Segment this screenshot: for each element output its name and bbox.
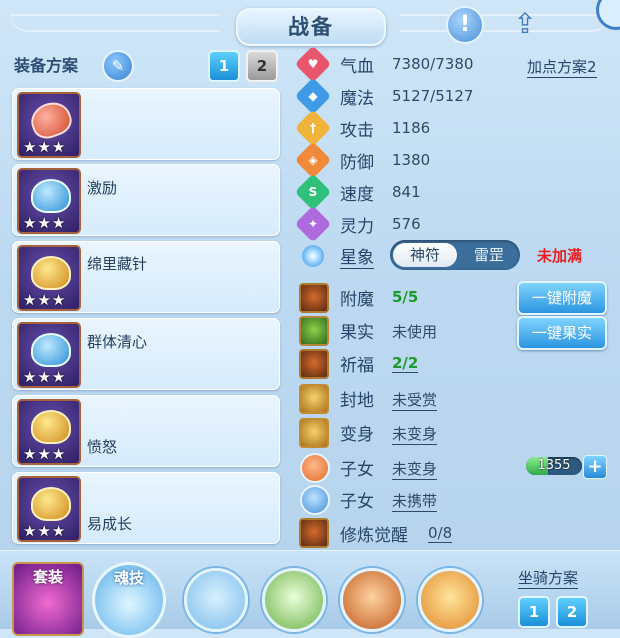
attack-value: 1186	[392, 119, 431, 137]
share-icon: ⇪	[513, 7, 537, 40]
blessing-value[interactable]: 2/2	[392, 354, 419, 373]
speed-icon: S	[294, 173, 332, 211]
necklace-icon: ★★★	[17, 245, 81, 311]
star-sign-option-shenfu[interactable]: 神符	[393, 243, 457, 267]
star-sign-status: 未加满	[537, 247, 583, 265]
fiefdom-value[interactable]: 未受赏	[392, 389, 438, 411]
hp-value: 7380/7380	[392, 55, 474, 73]
child-carry-value[interactable]: 未携带	[392, 490, 438, 512]
title-ornament-left	[10, 14, 220, 32]
equipment-name: 绵里藏针	[87, 255, 148, 273]
energy-meter: 1355	[526, 457, 582, 475]
plus-icon: +	[587, 456, 603, 477]
one-key-fruit-button[interactable]: 一键果实	[517, 316, 607, 350]
edit-plan-button[interactable]: ✎	[102, 50, 134, 82]
attack-label: 攻击	[340, 121, 374, 141]
blessing-icon	[299, 349, 329, 379]
child-transform-icon	[300, 453, 330, 483]
cultivation-label: 修炼觉醒	[340, 526, 408, 546]
mp-label: 魔法	[340, 89, 374, 109]
transform-value[interactable]: 未变身	[392, 423, 438, 445]
summon-slot-2[interactable]	[262, 568, 326, 632]
child-label: 子女	[340, 460, 374, 480]
equipment-slot-6[interactable]: ★★★ 易成长	[12, 472, 280, 544]
enchant-value: 5/5	[392, 288, 419, 306]
summon-slot-3[interactable]	[340, 568, 404, 632]
mount-plan-1-button[interactable]: 1	[518, 596, 550, 628]
child-label: 子女	[340, 492, 374, 512]
soul-skill-button[interactable]: 魂技	[92, 562, 166, 638]
title-bar: 战备 ! ⇪	[0, 0, 620, 46]
fruit-value: 未使用	[392, 323, 438, 341]
equipment-plan-label: 装备方案	[14, 56, 79, 75]
equipment-name: 易成长	[87, 515, 133, 533]
title-ornament-right	[400, 14, 610, 32]
belt-icon: ★★★	[17, 399, 81, 465]
page-title: 战备	[236, 8, 386, 46]
equipment-plan-2-button[interactable]: 2	[246, 50, 278, 82]
energy-meter-value: 1355	[537, 458, 571, 473]
equipment-slot-1[interactable]: ★★★	[12, 88, 280, 160]
paw-icon	[300, 485, 330, 515]
helmet-icon: ★★★	[17, 168, 81, 234]
fruit-icon	[299, 316, 329, 346]
one-key-enchant-button[interactable]: 一键附魔	[517, 281, 607, 315]
enchant-icon	[299, 283, 329, 313]
suit-label: 套装	[32, 568, 63, 586]
equipment-name: 群体清心	[87, 333, 148, 351]
fruit-label: 果实	[340, 323, 374, 343]
defense-value: 1380	[392, 151, 431, 169]
defense-label: 防御	[340, 153, 374, 173]
blessing-label: 祈福	[340, 356, 374, 376]
summon-slot-1[interactable]	[184, 568, 248, 632]
attack-icon: †	[294, 109, 332, 147]
transform-label: 变身	[340, 425, 374, 445]
speed-value: 841	[392, 183, 421, 201]
mount-plan-2-button[interactable]: 2	[556, 596, 588, 628]
star-sign-label[interactable]: 星象	[340, 243, 374, 269]
spirit-label: 灵力	[340, 217, 374, 237]
mount-plan-label: 坐骑方案	[518, 569, 579, 589]
armor-icon: ★★★	[17, 322, 81, 388]
exclamation-icon: !	[459, 12, 471, 37]
star-sign-icon	[302, 245, 324, 267]
equipment-name: 愤怒	[87, 438, 118, 456]
enchant-label: 附魔	[340, 290, 374, 310]
speed-label: 速度	[340, 185, 374, 205]
spirit-icon: ✦	[294, 205, 332, 243]
transform-icon	[299, 418, 329, 448]
boots-icon: ★★★	[17, 476, 81, 542]
mana-icon: ◆	[294, 77, 332, 115]
equipment-plan-1-button[interactable]: 1	[208, 50, 240, 82]
equipment-slot-4[interactable]: ★★★ 群体清心	[12, 318, 280, 390]
equipment-slot-2[interactable]: ★★★ 激励	[12, 164, 280, 236]
hp-label: 气血	[340, 57, 374, 77]
cultivation-icon	[299, 518, 329, 548]
weapon-icon: ★★★	[17, 92, 81, 158]
share-button[interactable]: ⇪	[506, 8, 544, 40]
help-button[interactable]: !	[446, 6, 484, 44]
defense-icon: ◈	[294, 141, 332, 179]
spirit-value: 576	[392, 215, 421, 233]
summon-slot-4[interactable]	[418, 568, 482, 632]
equipment-slot-3[interactable]: ★★★ 绵里藏针	[12, 241, 280, 313]
soul-skill-label: 魂技	[113, 569, 144, 587]
fiefdom-icon	[299, 384, 329, 414]
child-transform-value[interactable]: 未变身	[392, 458, 438, 480]
suit-button[interactable]: 套装	[12, 562, 84, 636]
cultivation-value[interactable]: 0/8	[428, 524, 453, 543]
star-sign-toggle[interactable]: 神符 雷罡	[390, 240, 520, 270]
fiefdom-label: 封地	[340, 391, 374, 411]
star-sign-option-leigang[interactable]: 雷罡	[460, 243, 518, 267]
equipment-name: 激励	[87, 179, 118, 197]
add-point-plan-link[interactable]: 加点方案2	[527, 56, 597, 78]
mp-value: 5127/5127	[392, 87, 474, 105]
heart-icon: ♥	[294, 45, 332, 83]
pencil-icon: ✎	[111, 57, 125, 75]
equipment-slot-5[interactable]: ★★★ 愤怒	[12, 395, 280, 467]
add-energy-button[interactable]: +	[583, 455, 607, 479]
